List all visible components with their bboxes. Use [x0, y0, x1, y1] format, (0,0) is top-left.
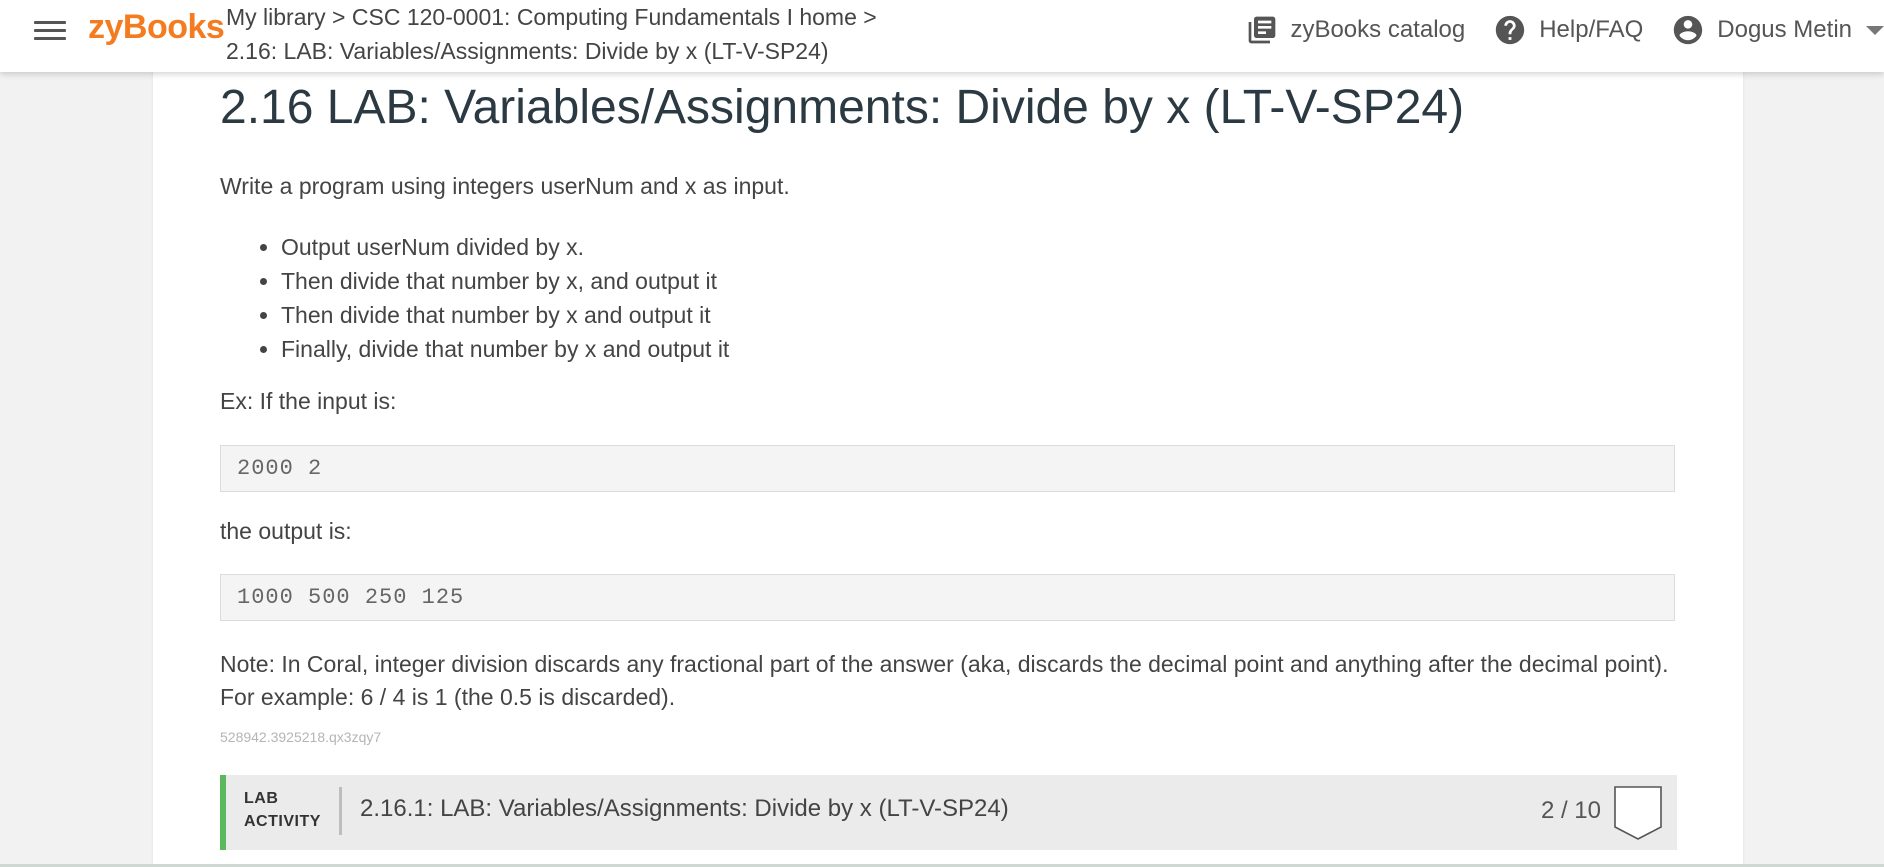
account-circle-icon [1674, 15, 1703, 45]
breadcrumb-library-course[interactable]: My library > CSC 120-0001: Computing Fun… [226, 0, 877, 34]
lab-score: 2 / 10 [1540, 797, 1601, 824]
page-title: 2.16 LAB: Variables/Assignments: Divide … [220, 81, 1465, 134]
list-item: Output userNum divided by x. [281, 230, 729, 264]
lab-tag-line2: ACTIVITY [244, 813, 321, 830]
top-nav-bar: zyBooks My library > CSC 120-0001: Compu… [0, 0, 1884, 72]
example-input-label: Ex: If the input is: [220, 388, 397, 414]
user-name: Dogus Metin [1717, 16, 1852, 43]
example-output-label: the output is: [220, 518, 352, 544]
example-input-code: 2000 2 [220, 445, 1675, 492]
help-circle-icon [1496, 15, 1525, 45]
list-item: Then divide that number by x, and output… [281, 264, 729, 298]
lab-activity-tag: LAB ACTIVITY [244, 787, 321, 833]
top-right-nav: zyBooks catalog Help/FAQ Dogus Metin [1246, 0, 1884, 60]
catalog-label: zyBooks catalog [1290, 16, 1466, 43]
catalog-link[interactable]: zyBooks catalog [1246, 14, 1465, 46]
divider [339, 787, 342, 835]
menu-icon[interactable] [34, 16, 66, 44]
user-menu[interactable]: Dogus Metin [1671, 13, 1884, 47]
completion-badge-icon [1614, 786, 1662, 840]
lab-activity-title: 2.16.1: LAB: Variables/Assignments: Divi… [360, 795, 1009, 822]
zybooks-logo[interactable]: zyBooks [88, 8, 225, 47]
content-id: 528942.3925218.qx3zqy7 [220, 729, 382, 745]
note-text: Note: In Coral, integer division discard… [220, 651, 1669, 710]
lab-tag-line1: LAB [244, 790, 279, 807]
section-content: 2.16 LAB: Variables/Assignments: Divide … [153, 72, 1743, 867]
library-books-icon [1249, 16, 1276, 44]
caret-down-icon [1866, 25, 1884, 35]
help-link[interactable]: Help/FAQ [1493, 13, 1643, 47]
list-item: Finally, divide that number by x and out… [281, 332, 729, 366]
breadcrumb: My library > CSC 120-0001: Computing Fun… [226, 0, 877, 68]
list-item: Then divide that number by x and output … [281, 298, 729, 332]
intro-text: Write a program using integers userNum a… [220, 173, 790, 199]
instruction-list: Output userNum divided by x. Then divide… [220, 230, 729, 366]
lab-activity-header[interactable]: LAB ACTIVITY 2.16.1: LAB: Variables/Assi… [220, 775, 1677, 850]
breadcrumb-current-section: 2.16: LAB: Variables/Assignments: Divide… [226, 38, 829, 64]
example-output-code: 1000 500 250 125 [220, 574, 1675, 621]
help-label: Help/FAQ [1539, 16, 1644, 43]
